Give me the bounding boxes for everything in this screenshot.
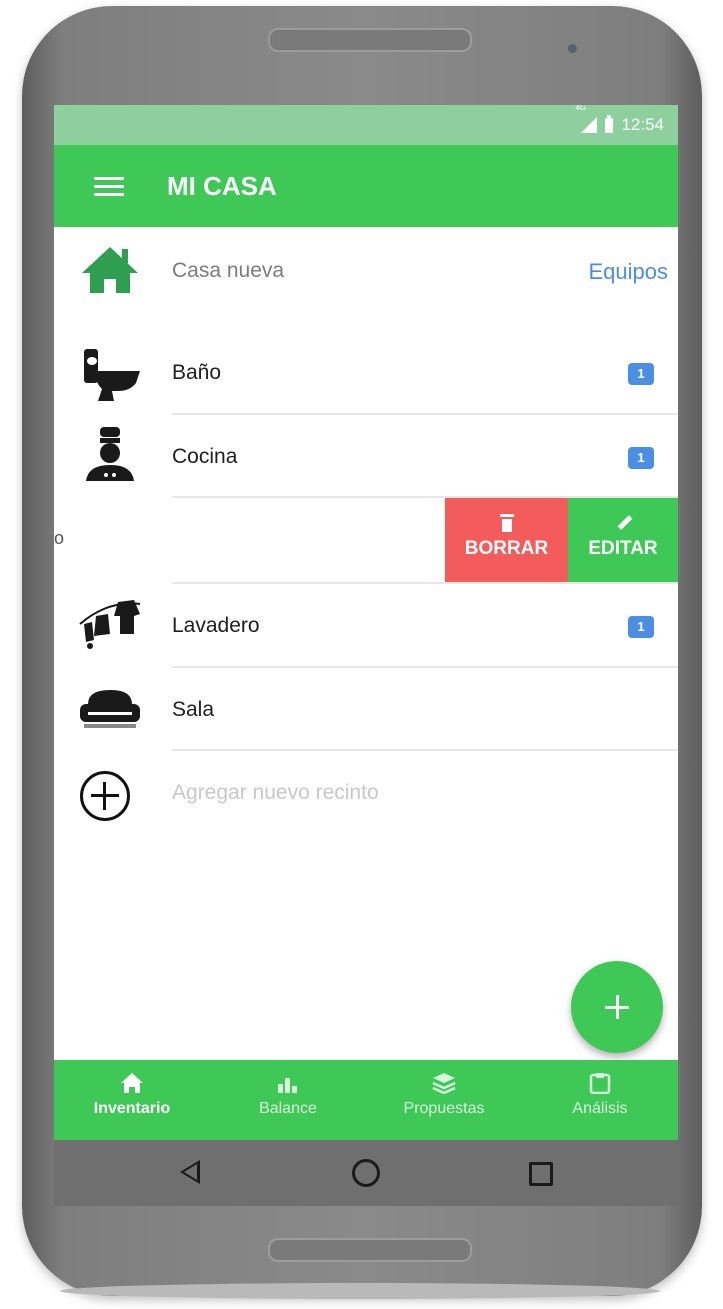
room-item-cocina[interactable]: Cocina 1 — [54, 415, 678, 499]
delete-button[interactable]: BORRAR — [445, 498, 568, 582]
equipment-count-badge: 1 — [628, 447, 654, 469]
add-circle-icon[interactable] — [80, 771, 130, 821]
tab-label: Propuestas — [403, 1100, 485, 1117]
phone-shadow — [60, 1283, 660, 1299]
app-screen: 4G 12:54 MI CASA Casa nueva Equipos Baño… — [54, 105, 678, 1140]
network-type: 4G — [575, 105, 587, 112]
plus-icon — [605, 995, 629, 1019]
signal-icon: 4G — [575, 105, 598, 133]
front-camera — [568, 44, 577, 53]
add-room-label: Agregar nuevo recinto — [172, 781, 379, 804]
chef-icon — [86, 427, 134, 481]
edit-label: EDITAR — [588, 538, 658, 559]
trash-icon — [497, 514, 517, 532]
tab-propuestas[interactable]: Propuestas — [366, 1060, 522, 1140]
room-item-swiped[interactable]: o BORRAR EDITAR — [54, 498, 678, 582]
menu-icon[interactable] — [94, 177, 124, 196]
equipment-count-badge: 1 — [628, 363, 654, 385]
status-time: 12:54 — [621, 115, 664, 134]
tab-label: Balance — [259, 1100, 317, 1117]
add-room-row[interactable]: Agregar nuevo recinto — [54, 751, 678, 835]
tab-label: Inventario — [93, 1100, 171, 1117]
house-header[interactable]: Casa nueva Equipos — [54, 227, 678, 311]
toilet-icon — [84, 349, 140, 401]
tab-label: Análisis — [572, 1100, 628, 1117]
bar-chart-icon — [278, 1078, 297, 1093]
add-fab-button[interactable] — [571, 961, 663, 1053]
home-icon — [121, 1073, 143, 1093]
recents-icon[interactable] — [529, 1162, 553, 1186]
room-label: Lavadero — [172, 614, 260, 637]
clipboard-icon — [589, 1073, 611, 1094]
swiped-label-stub: o — [54, 528, 65, 548]
room-item-sala[interactable]: Sala — [54, 668, 678, 752]
equipment-count-badge: 1 — [628, 616, 654, 638]
system-nav-bar — [54, 1140, 678, 1206]
pencil-icon — [613, 514, 633, 532]
edit-button[interactable]: EDITAR — [568, 498, 678, 582]
app-bar: MI CASA — [54, 145, 678, 227]
back-icon[interactable] — [180, 1160, 200, 1184]
status-bar: 4G 12:54 — [54, 105, 678, 145]
room-item-bano[interactable]: Baño 1 — [54, 331, 678, 415]
room-label: Sala — [172, 698, 215, 721]
layers-icon — [432, 1073, 456, 1094]
house-icon — [82, 247, 138, 293]
bottom-navigation: Inventario Balance Propuestas Análisis — [54, 1060, 678, 1140]
battery-icon — [605, 114, 614, 133]
laundry-icon — [79, 600, 141, 649]
app-title: MI CASA — [167, 171, 277, 201]
tab-balance[interactable]: Balance — [210, 1060, 366, 1140]
delete-label: BORRAR — [464, 538, 549, 559]
earpiece — [268, 28, 472, 52]
tab-inventario[interactable]: Inventario — [54, 1060, 210, 1140]
bottom-speaker — [268, 1238, 472, 1262]
house-name: Casa nueva — [172, 259, 285, 282]
room-label: Cocina — [172, 445, 238, 468]
equipos-link[interactable]: Equipos — [588, 259, 668, 285]
room-item-lavadero[interactable]: Lavadero 1 — [54, 584, 678, 668]
sofa-icon — [80, 690, 140, 728]
tab-analisis[interactable]: Análisis — [522, 1060, 678, 1140]
room-label: Baño — [172, 361, 222, 384]
home-circle-icon[interactable] — [352, 1159, 380, 1187]
